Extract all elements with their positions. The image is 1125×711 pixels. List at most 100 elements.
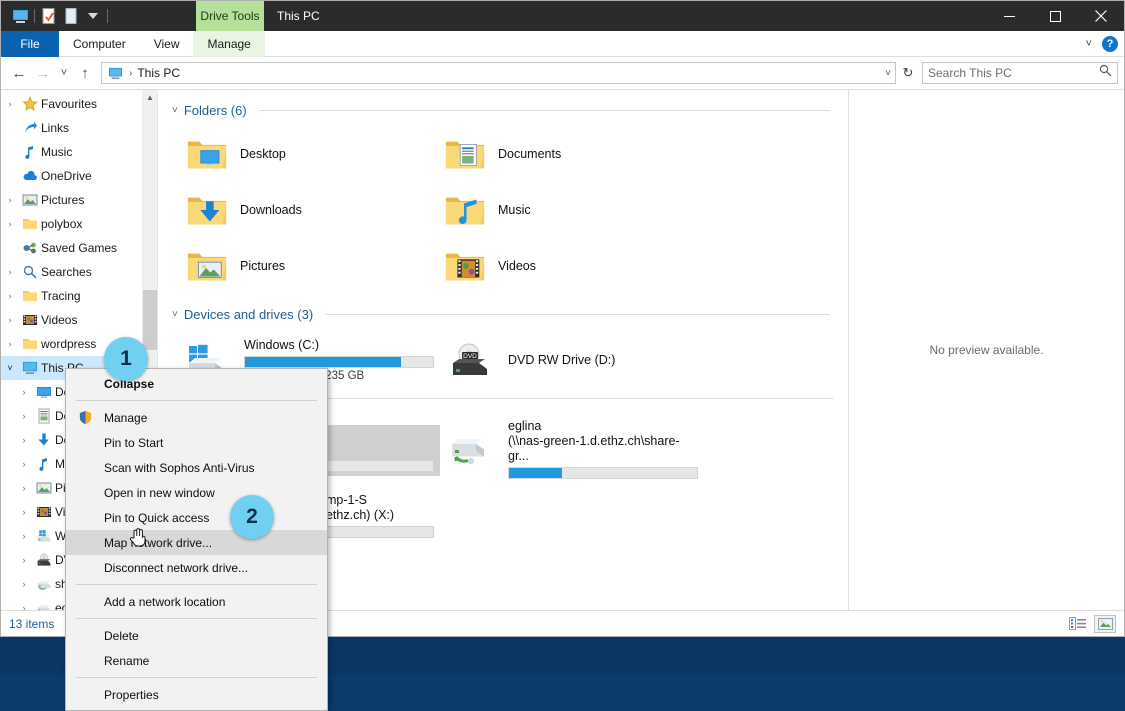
tab-manage[interactable]: Manage [193, 31, 264, 57]
minimize-button[interactable] [986, 1, 1032, 31]
menu-item-map-network-drive[interactable]: Map network drive... [66, 530, 327, 555]
drive-usage-bar [244, 356, 434, 368]
menu-item-delete[interactable]: Delete [66, 623, 327, 648]
chevron-right-icon[interactable]: › [15, 411, 33, 421]
breadcrumb-separator: › [124, 68, 137, 79]
large-icons-view-icon[interactable] [1094, 615, 1116, 633]
close-button[interactable] [1078, 1, 1124, 31]
search-icon[interactable] [1099, 64, 1112, 82]
chevron-down-icon[interactable]: ˅ [1, 363, 19, 373]
tree-item-polybox[interactable]: ›polybox [1, 212, 157, 236]
tree-item-favourites[interactable]: ›Favourites [1, 92, 157, 116]
network-drive-tile[interactable]: eglina (\\nas-green-1.d.ethz.ch\share-gr… [440, 413, 704, 487]
chevron-right-icon[interactable]: › [15, 603, 33, 610]
chevron-right-icon[interactable]: › [15, 507, 33, 517]
details-view-icon[interactable] [1066, 615, 1088, 633]
folder-tile-downloads[interactable]: Downloads [176, 182, 434, 238]
tree-item-label: Tracing [41, 289, 81, 303]
tree-item-searches[interactable]: ›Searches [1, 260, 157, 284]
menu-item-pin-to-start[interactable]: Pin to Start [66, 430, 327, 455]
chevron-right-icon[interactable]: › [15, 459, 33, 469]
contextual-tab-drive-tools[interactable]: Drive Tools [196, 1, 264, 31]
refresh-button[interactable]: ↻ [896, 62, 920, 84]
group-title-devices: Devices and drives (3) [184, 307, 313, 322]
folder-tile-label: Videos [498, 259, 536, 273]
menu-item-scan-with-sophos-anti-virus[interactable]: Scan with Sophos Anti-Virus [66, 455, 327, 480]
menu-item-collapse[interactable]: Collapse [66, 371, 327, 396]
drive-info: eglina (\\nas-green-1.d.ethz.ch\share-gr… [504, 417, 704, 483]
chevron-right-icon[interactable]: › [1, 291, 19, 301]
scroll-up-icon[interactable]: ▲ [143, 90, 157, 105]
music-icon [33, 456, 55, 472]
up-button[interactable]: ↑ [73, 61, 97, 85]
folder-downloads-icon [184, 192, 230, 228]
network-drive-icon [33, 600, 55, 610]
chevron-right-icon[interactable]: › [1, 267, 19, 277]
tree-item-tracing[interactable]: › Tracing [1, 284, 157, 308]
folder-tile-documents[interactable]: Documents [434, 126, 692, 182]
properties-icon[interactable] [38, 4, 60, 28]
chevron-right-icon[interactable]: › [1, 195, 19, 205]
recent-locations-button[interactable]: ˅ [55, 61, 73, 85]
folder-tile-videos[interactable]: Videos [434, 238, 692, 294]
folder-music-icon [442, 192, 488, 228]
videos-icon [19, 312, 41, 328]
tree-item-links[interactable]: Links [1, 116, 157, 140]
maximize-button[interactable] [1032, 1, 1078, 31]
customize-dropdown-icon[interactable] [82, 4, 104, 28]
search-box[interactable] [922, 62, 1118, 84]
chevron-right-icon[interactable]: › [15, 387, 33, 397]
tree-item-saved-games[interactable]: Saved Games [1, 236, 157, 260]
new-folder-icon[interactable] [60, 4, 82, 28]
menu-item-rename[interactable]: Rename [66, 648, 327, 673]
drive-tile-dvd-rw-drive-d-[interactable]: DVD DVD RW Drive (D:) [440, 332, 704, 388]
window-title-text: This PC [277, 9, 320, 23]
chevron-down-icon[interactable]: ˅ [172, 105, 178, 116]
chevron-right-icon[interactable]: › [1, 315, 19, 325]
folder-documents-icon [442, 136, 488, 172]
chevron-right-icon[interactable]: › [1, 219, 19, 229]
tab-file[interactable]: File [1, 31, 59, 57]
tree-item-videos[interactable]: ›Videos [1, 308, 157, 332]
menu-item-label: Properties [104, 688, 159, 702]
menu-item-disconnect-network-drive[interactable]: Disconnect network drive... [66, 555, 327, 580]
group-header-folders[interactable]: ˅ Folders (6) [158, 96, 848, 124]
tab-view[interactable]: View [140, 31, 194, 57]
breadcrumb[interactable]: › This PC ˅ [101, 62, 896, 84]
menu-item-pin-to-quick-access[interactable]: Pin to Quick access [66, 505, 327, 530]
chevron-right-icon[interactable]: › [15, 531, 33, 541]
group-header-devices[interactable]: ˅ Devices and drives (3) [158, 300, 848, 328]
chevron-down-icon[interactable]: ˅ [1086, 38, 1092, 50]
preview-pane: No preview available. [848, 90, 1124, 610]
tree-item-pictures[interactable]: ›Pictures [1, 188, 157, 212]
breadcrumb-item-this-pc[interactable]: This PC [137, 66, 180, 80]
music-icon [19, 144, 41, 160]
chevron-right-icon[interactable]: › [1, 99, 19, 109]
tree-item-onedrive[interactable]: OneDrive [1, 164, 157, 188]
folder-tile-music[interactable]: Music [434, 182, 692, 238]
chevron-right-icon[interactable]: › [15, 555, 33, 565]
chevron-right-icon[interactable]: › [15, 483, 33, 493]
help-icon[interactable]: ? [1102, 36, 1118, 52]
chevron-down-icon[interactable]: ˅ [172, 309, 178, 320]
tab-computer[interactable]: Computer [59, 31, 140, 57]
folder-tile-pictures[interactable]: Pictures [176, 238, 434, 294]
menu-item-properties[interactable]: Properties [66, 682, 327, 707]
folder-tile-desktop[interactable]: Desktop [176, 126, 434, 182]
this-pc-icon[interactable] [9, 4, 31, 28]
back-button[interactable]: ← [7, 61, 31, 85]
tree-item-label: wordpress [41, 337, 96, 351]
forward-button[interactable]: → [31, 61, 55, 85]
menu-item-add-a-network-location[interactable]: Add a network location [66, 589, 327, 614]
chevron-right-icon[interactable]: › [15, 435, 33, 445]
menu-item-open-in-new-window[interactable]: Open in new window [66, 480, 327, 505]
chevron-right-icon[interactable]: › [1, 339, 19, 349]
search-input[interactable] [928, 66, 1099, 80]
scrollbar-thumb[interactable] [143, 290, 158, 350]
search-folder-icon [19, 264, 41, 280]
chevron-right-icon[interactable]: › [15, 579, 33, 589]
chevron-down-icon[interactable]: ˅ [885, 68, 891, 79]
view-mode-buttons [1066, 615, 1116, 633]
tree-item-music[interactable]: Music [1, 140, 157, 164]
menu-item-manage[interactable]: Manage [66, 405, 327, 430]
